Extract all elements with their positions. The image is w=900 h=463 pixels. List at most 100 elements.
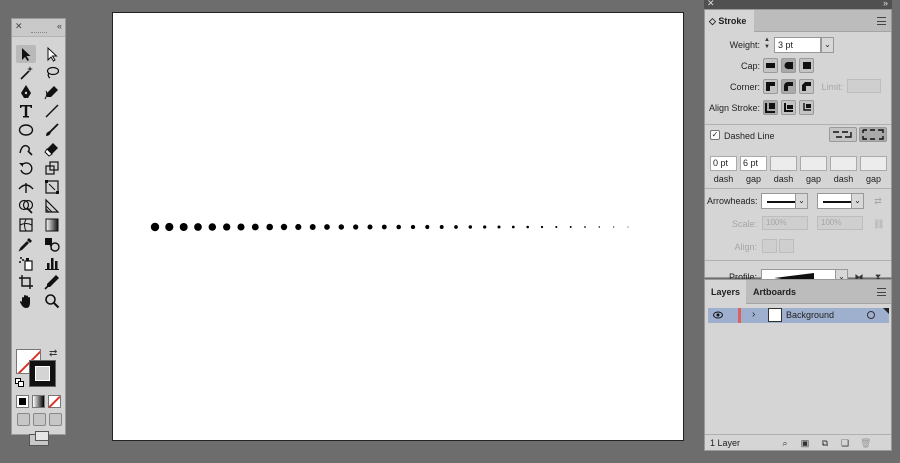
round-cap-button[interactable] (781, 58, 796, 73)
dashed-line-checkbox[interactable]: ✓ (710, 130, 720, 140)
paintbrush-tool[interactable] (42, 121, 62, 139)
align-inside-icon (784, 103, 793, 112)
close-icon[interactable]: ✕ (707, 0, 715, 9)
free-transform-tool[interactable] (42, 178, 62, 196)
collapse-icon[interactable]: « (57, 21, 62, 31)
pen-tool[interactable] (16, 83, 36, 101)
align-center-button[interactable] (763, 100, 778, 115)
locate-object-icon[interactable]: ⌕ (780, 438, 790, 448)
shaper-tool[interactable] (16, 140, 36, 158)
weight-stepper[interactable]: ▲ ▼ (762, 37, 772, 53)
target-circle-icon[interactable] (867, 311, 875, 319)
close-icon[interactable]: ✕ (15, 21, 23, 32)
dash-1-input[interactable]: 0 pt (710, 156, 737, 171)
align-outside-button[interactable] (799, 100, 814, 115)
eyedropper-tool[interactable] (16, 235, 36, 253)
type-tool[interactable] (16, 102, 36, 120)
collapse-icon[interactable]: » (883, 0, 888, 8)
align-dashes-button[interactable] (859, 127, 887, 142)
eraser-tool[interactable] (42, 140, 62, 158)
gradient-mode-button[interactable] (32, 395, 45, 408)
gap-1-input[interactable]: 6 pt (740, 156, 767, 171)
mesh-tool[interactable] (16, 216, 36, 234)
dash-3-input[interactable] (830, 156, 857, 171)
draw-behind-button[interactable] (33, 413, 46, 426)
tab-stroke[interactable]: ◇ Stroke (705, 10, 755, 32)
stroke-swatch-black[interactable] (29, 360, 56, 387)
curvature-tool[interactable] (42, 83, 62, 101)
perspective-grid-tool[interactable] (42, 197, 62, 215)
tab-artboards[interactable]: Artboards (747, 280, 802, 304)
layer-thumbnail (768, 308, 782, 322)
gap-3-input[interactable] (860, 156, 887, 171)
slice-tool[interactable] (42, 273, 62, 291)
align-inside-button[interactable] (781, 100, 796, 115)
perspective-grid-icon (45, 198, 60, 213)
weight-input[interactable]: 3 pt (774, 37, 821, 53)
tools-panel-titlebar[interactable]: ✕ « (12, 19, 65, 37)
rotate-tool[interactable] (16, 159, 36, 177)
create-sublayer-icon[interactable]: ⧉ (820, 438, 830, 448)
stroke-dot (569, 226, 572, 228)
stroke-dot (266, 223, 273, 231)
dash-2-input[interactable] (770, 156, 797, 171)
ellipse-tool[interactable] (16, 121, 36, 139)
layer-name[interactable]: Background (786, 310, 834, 320)
dock-titlebar[interactable]: ✕ » (704, 0, 892, 9)
line-segment-tool[interactable] (42, 102, 62, 120)
width-tool[interactable] (16, 178, 36, 196)
start-scale-input: 100% (762, 216, 808, 230)
change-screen-mode-button[interactable] (29, 431, 49, 446)
grip-icon[interactable] (31, 32, 47, 34)
dotted-stroke-path[interactable] (113, 13, 685, 442)
layers-panel: Layers Artboards › Background 1 Layer ⌕ … (704, 279, 892, 451)
start-arrowhead-chevron-icon[interactable]: ⌄ (795, 193, 808, 209)
gradient-tool[interactable] (42, 216, 62, 234)
draw-inside-button[interactable] (49, 413, 62, 426)
scale-tool[interactable] (42, 159, 62, 177)
magic-wand-tool[interactable] (16, 64, 36, 82)
weight-dropdown-chevron-icon[interactable]: ⌄ (821, 37, 834, 53)
hand-tool[interactable] (16, 292, 36, 310)
tab-layers[interactable]: Layers (705, 280, 747, 304)
layers-footer: 1 Layer ⌕ ▣ ⧉ ❏ 🗑 (705, 434, 891, 450)
visibility-eye-icon[interactable] (713, 311, 723, 319)
default-fill-stroke-icon[interactable] (15, 378, 24, 387)
create-layer-icon[interactable]: ❏ (840, 438, 850, 448)
stroke-dot (223, 223, 231, 231)
symbol-sprayer-tool[interactable] (16, 254, 36, 272)
make-clipping-mask-icon[interactable]: ▣ (800, 438, 810, 448)
artboard-canvas[interactable] (112, 12, 684, 441)
miter-join-button[interactable] (763, 79, 778, 94)
shape-builder-tool[interactable] (16, 197, 36, 215)
delete-trash-icon[interactable]: 🗑 (860, 438, 871, 448)
stroke-dot (497, 225, 501, 229)
none-mode-button[interactable] (48, 395, 61, 409)
round-join-button[interactable] (781, 79, 796, 94)
layer-row[interactable]: › Background (708, 308, 889, 323)
pen-nib-icon (21, 85, 31, 98)
lasso-tool[interactable] (42, 64, 62, 82)
end-arrowhead-chevron-icon[interactable]: ⌄ (851, 193, 864, 209)
butt-cap-button[interactable] (763, 58, 778, 73)
bevel-join-button[interactable] (799, 79, 814, 94)
zoom-tool[interactable] (42, 292, 62, 310)
gradient-icon (45, 218, 59, 232)
swap-fill-stroke-icon[interactable]: ⇄ (49, 348, 57, 359)
artboard-tool[interactable] (16, 273, 36, 291)
color-mode-button[interactable] (16, 395, 29, 408)
selection-arrow-icon (22, 48, 31, 61)
direct-selection-tool[interactable] (42, 45, 62, 63)
projecting-cap-button[interactable] (799, 58, 814, 73)
expand-chevron-icon[interactable]: › (752, 309, 755, 320)
draw-normal-button[interactable] (17, 413, 30, 426)
panel-menu-icon[interactable] (877, 288, 886, 296)
limit-label: Limit: (821, 82, 843, 92)
column-graph-tool[interactable] (42, 254, 62, 272)
blend-tool[interactable] (42, 235, 62, 253)
gap-2-input[interactable] (800, 156, 827, 171)
layers-panel-tabs: Layers Artboards (705, 280, 891, 304)
panel-menu-icon[interactable] (877, 17, 886, 25)
selection-tool[interactable] (16, 45, 36, 63)
preserve-dash-button[interactable] (829, 127, 857, 142)
